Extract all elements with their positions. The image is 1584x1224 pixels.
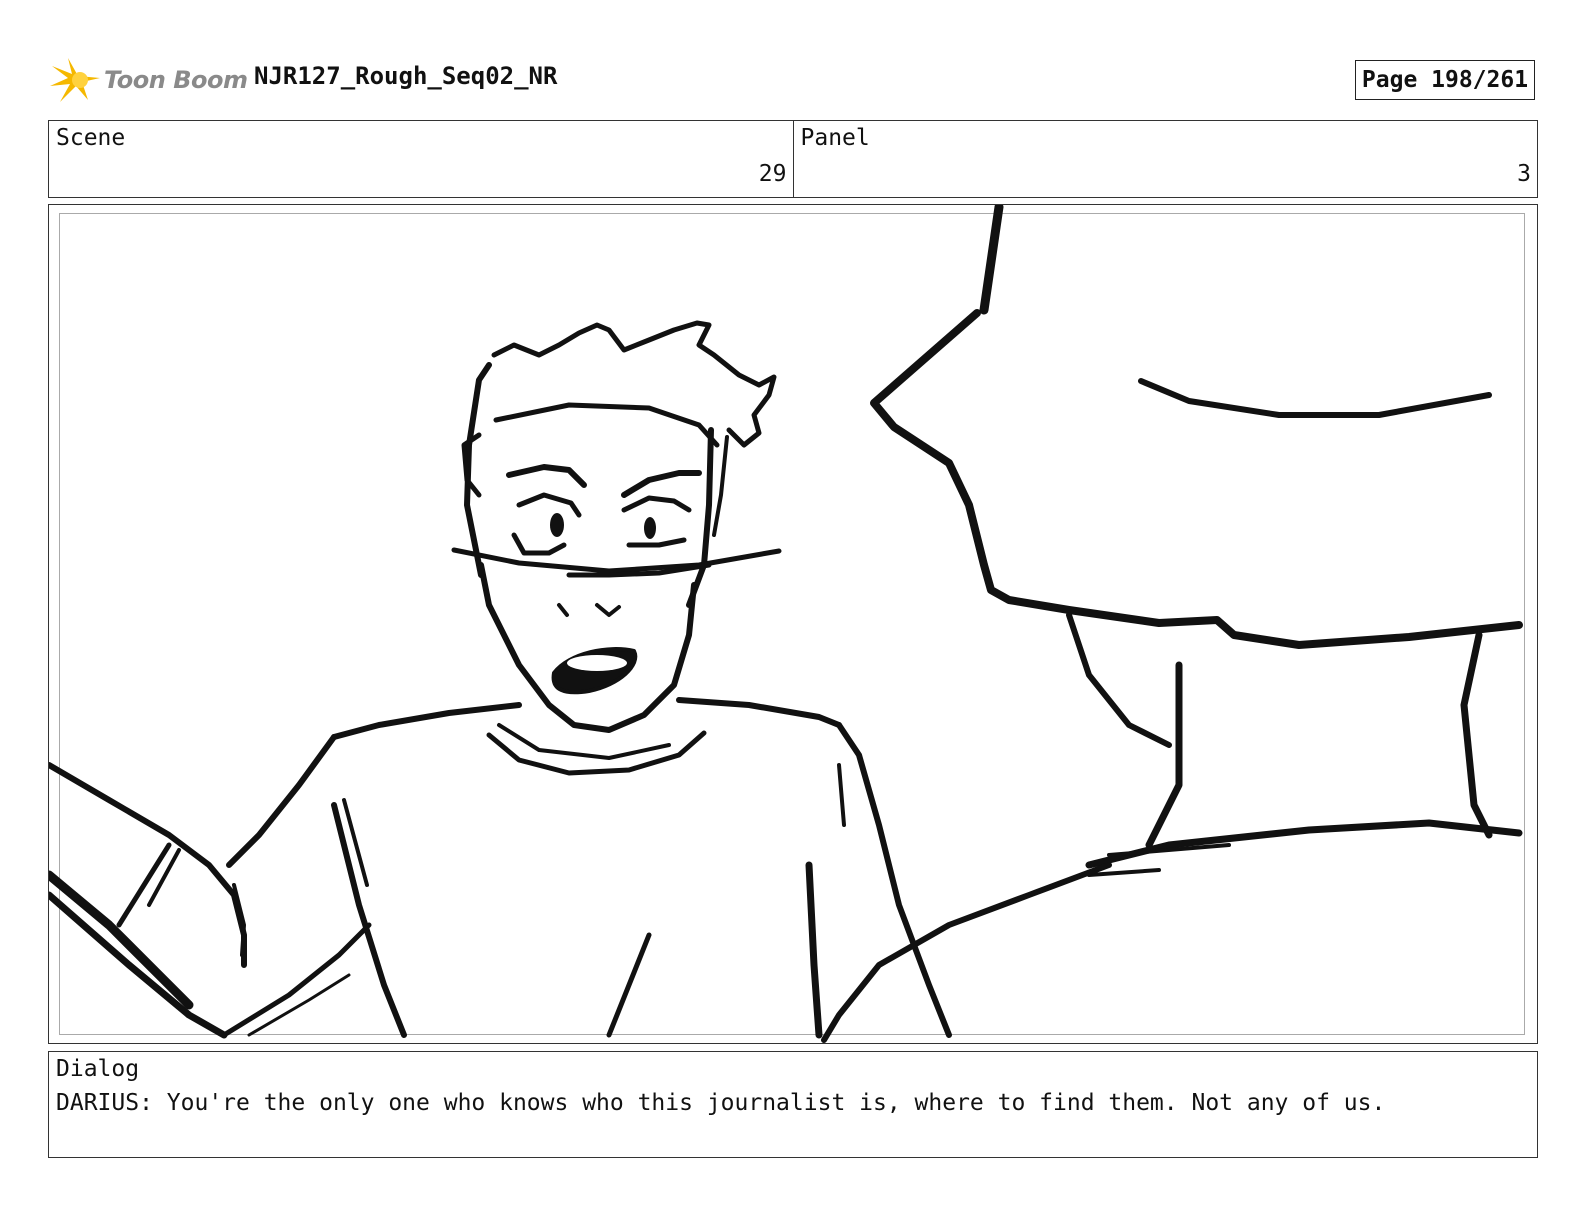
dialog-box: Dialog DARIUS: You're the only one who k… (48, 1051, 1538, 1158)
toon-boom-logo: Toon Boom (50, 56, 248, 106)
scene-cell: Scene 29 (49, 121, 793, 197)
dialog-text: DARIUS: You're the only one who knows wh… (56, 1090, 1386, 1116)
scene-panel-info: Scene 29 Panel 3 (48, 120, 1538, 198)
dialog-label: Dialog (56, 1056, 140, 1082)
scene-label: Scene (56, 125, 126, 151)
panel-cell: Panel 3 (792, 121, 1538, 197)
page-indicator: Page 198/261 (1355, 60, 1535, 100)
storyboard-panel (48, 204, 1538, 1044)
panel-number: 3 (1517, 161, 1531, 187)
logo-wordmark: Toon Boom (104, 66, 248, 94)
scene-number: 29 (758, 161, 787, 187)
storyboard-sketch (49, 205, 1523, 1043)
project-title: NJR127_Rough_Seq02_NR (254, 62, 558, 90)
starburst-icon (50, 58, 100, 102)
panel-label: Panel (800, 125, 870, 151)
